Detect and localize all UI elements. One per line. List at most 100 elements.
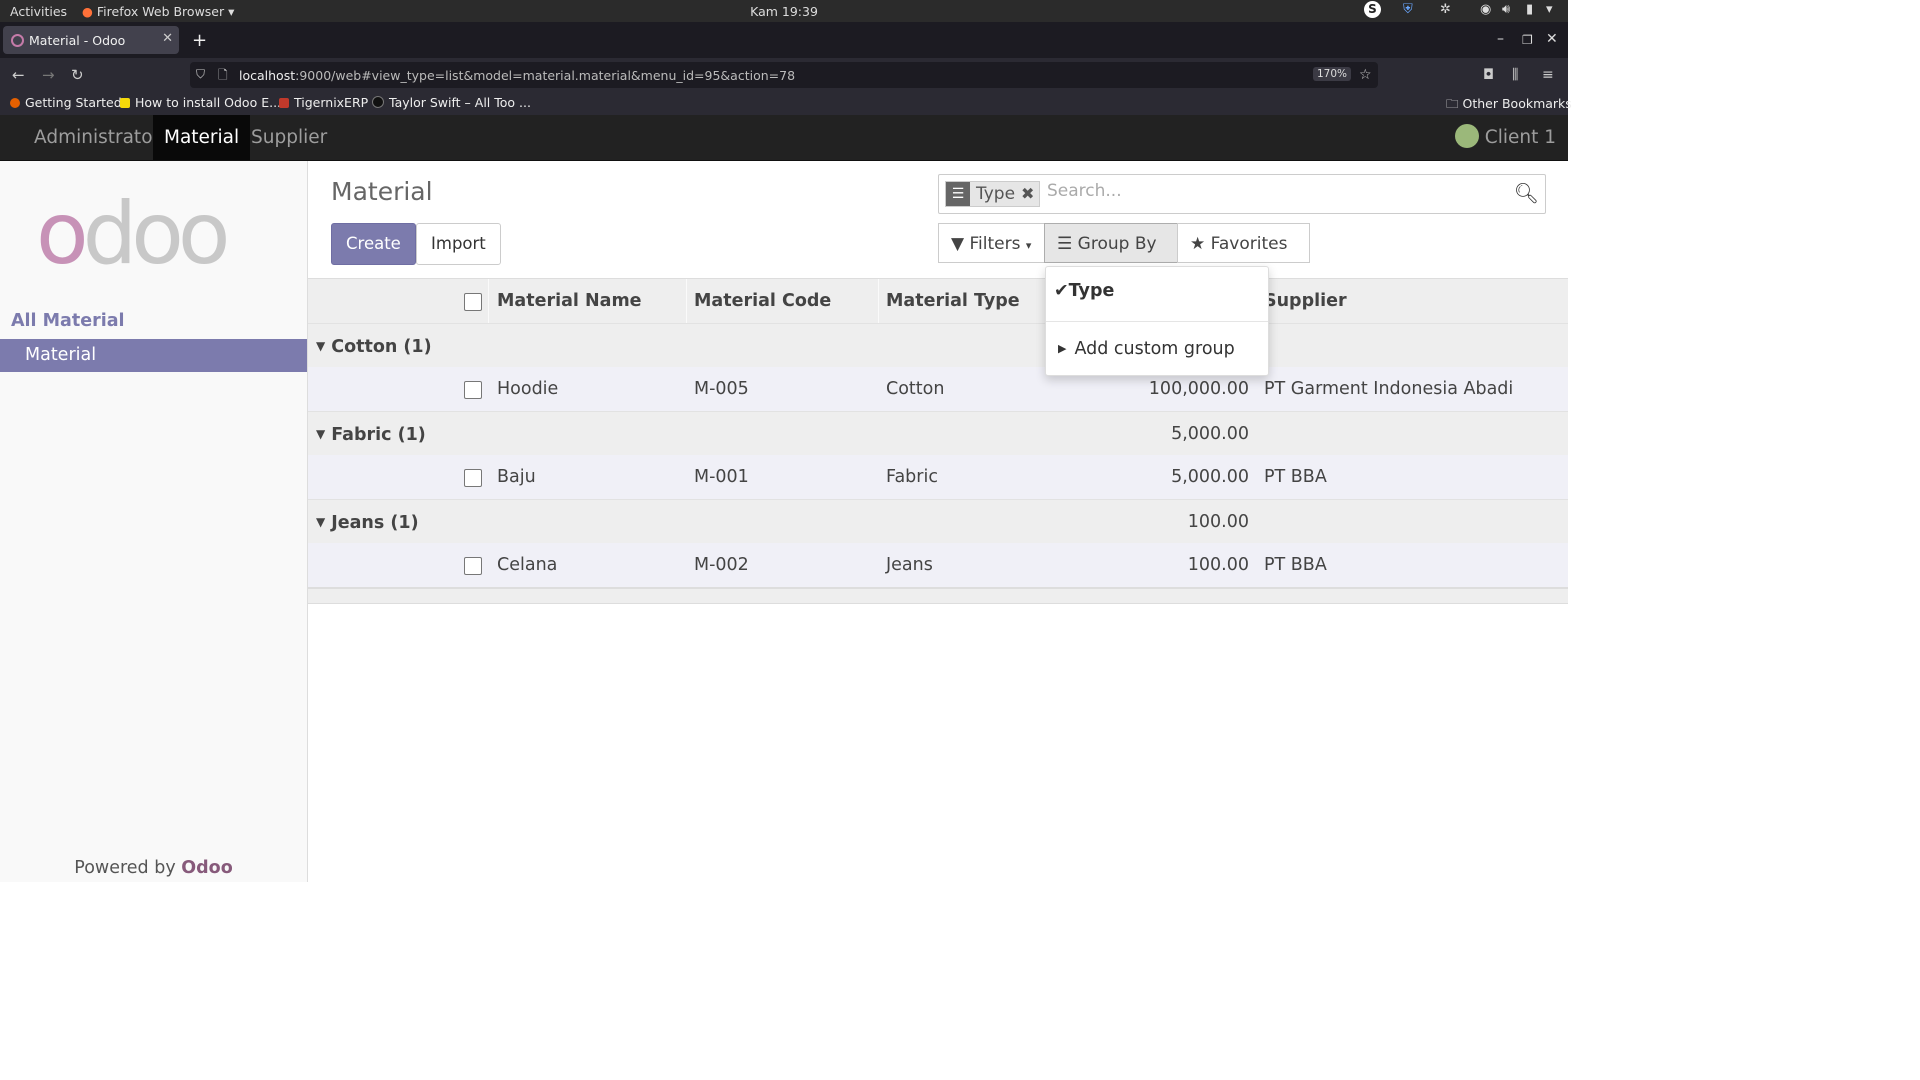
odoo-main-navbar: Administrator Material Supplier Client 1: [0, 115, 1568, 161]
bookmark-star-icon[interactable]: ☆: [1359, 67, 1372, 83]
bookmark-taylor-swift[interactable]: Taylor Swift – All Too ...: [372, 95, 531, 110]
reload-icon[interactable]: ↻: [71, 66, 84, 84]
library-icon[interactable]: ⫼: [1512, 67, 1518, 83]
table-row[interactable]: Hoodie M-005 Cotton 100,000.00 PT Garmen…: [308, 367, 1568, 411]
group-row-fabric[interactable]: ▼ Fabric (1) 5,000.00: [308, 411, 1568, 456]
group-by-facet-icon: ☰: [946, 182, 970, 206]
user-menu[interactable]: Client 1: [1454, 115, 1556, 160]
import-button[interactable]: Import: [416, 223, 501, 265]
add-custom-group-label: Add custom group: [1074, 339, 1235, 359]
system-menu-icon[interactable]: ▾: [1546, 2, 1553, 17]
zoom-level[interactable]: 170%: [1313, 67, 1352, 81]
group-by-button[interactable]: ☰ Group By ▾: [1044, 223, 1178, 292]
url-bar[interactable]: ⛉ 🗋︎ localhost:9000/web#view_type=list&m…: [190, 62, 1378, 88]
cell-material-code: M-005: [694, 379, 749, 399]
column-material-name[interactable]: Material Name: [497, 279, 642, 324]
wifi-icon[interactable]: ◉: [1480, 2, 1491, 17]
bookmark-getting-started[interactable]: Getting Started: [10, 95, 122, 110]
nav-supplier[interactable]: Supplier: [240, 115, 338, 160]
table-row[interactable]: Baju M-001 Fabric 5,000.00 PT BBA: [308, 455, 1568, 499]
create-button[interactable]: Create: [331, 223, 416, 265]
cell-supplier: PT BBA: [1264, 467, 1327, 487]
tracking-shield-icon[interactable]: ⛉: [196, 67, 205, 82]
skype-icon[interactable]: S: [1364, 1, 1381, 18]
sidebar-item-material[interactable]: Material: [0, 339, 307, 372]
remove-facet-icon[interactable]: ✖: [1021, 182, 1039, 206]
url-path: :9000/web#view_type=list&model=material.…: [295, 68, 796, 83]
bookmark-favicon-icon: [279, 98, 289, 108]
bookmark-tigernixerp[interactable]: TigernixERP: [279, 95, 368, 110]
star-icon: ★: [1190, 234, 1206, 254]
search-icon[interactable]: 🔍︎: [1514, 181, 1539, 205]
sidebar: odoo All Material Material Powered by Od…: [0, 161, 308, 882]
nav-administrator[interactable]: Administrator: [23, 115, 171, 160]
cell-material-name: Hoodie: [497, 379, 559, 399]
other-bookmarks[interactable]: 🗀︎ Other Bookmarks: [1446, 95, 1572, 116]
other-bookmarks-label: Other Bookmarks: [1462, 96, 1572, 111]
column-material-code[interactable]: Material Code: [694, 279, 831, 324]
group-row-cotton[interactable]: ▼ Cotton (1): [308, 323, 1568, 368]
row-checkbox[interactable]: [464, 381, 482, 399]
bookmark-label: Taylor Swift – All Too ...: [389, 95, 531, 110]
browser-tab[interactable]: Material - Odoo ✕: [3, 26, 179, 54]
cell-supplier: PT Garment Indonesia Abadi: [1264, 379, 1514, 399]
firefox-bookmark-icon: [10, 98, 20, 108]
close-tab-icon[interactable]: ✕: [162, 31, 173, 46]
menu-icon[interactable]: ≡: [1542, 67, 1554, 83]
group-label: ▼ Cotton (1): [316, 324, 432, 369]
table-row[interactable]: Celana M-002 Jeans 100.00 PT BBA: [308, 543, 1568, 587]
back-icon[interactable]: ←: [12, 66, 25, 84]
url-host: localhost: [239, 68, 296, 83]
cell-material-name: Baju: [497, 467, 536, 487]
forward-icon[interactable]: →: [42, 66, 55, 84]
powered-brand-link[interactable]: Odoo: [181, 858, 232, 878]
bookmark-favicon-icon: [120, 98, 130, 108]
add-custom-group[interactable]: ▶ Add custom group: [1058, 339, 1235, 359]
table-footer: [308, 587, 1568, 604]
cell-material-code: M-002: [694, 555, 749, 575]
group-row-jeans[interactable]: ▼ Jeans (1) 100.00: [308, 499, 1568, 544]
vpn-shield-icon[interactable]: ⛨: [1403, 2, 1413, 17]
column-material-type[interactable]: Material Type: [886, 279, 1020, 324]
row-checkbox[interactable]: [464, 557, 482, 575]
cell-material-type: Cotton: [886, 379, 945, 399]
group-title: Cotton (1): [331, 337, 432, 357]
cell-material-code: M-001: [694, 467, 749, 487]
group-by-option-type[interactable]: ✔Type: [1054, 281, 1114, 301]
slack-icon[interactable]: ✲: [1440, 2, 1451, 17]
new-tab-icon[interactable]: +: [192, 30, 207, 51]
volume-icon[interactable]: 🔊︎: [1502, 2, 1510, 17]
filters-label: Filters: [969, 234, 1021, 254]
cell-material-name: Celana: [497, 555, 558, 575]
close-window-icon[interactable]: ✕: [1546, 31, 1558, 47]
filter-icon: ▼: [951, 234, 965, 254]
search-input[interactable]: Search...: [1047, 181, 1122, 201]
bars-icon: ☰: [1057, 234, 1073, 254]
bookmark-label: Getting Started: [25, 95, 122, 110]
cell-supplier: PT BBA: [1264, 555, 1327, 575]
minimize-icon[interactable]: –: [1497, 31, 1504, 47]
favorites-button[interactable]: ★ Favorites ▾: [1177, 223, 1310, 292]
odoo-logo[interactable]: odoo: [36, 191, 230, 277]
column-supplier[interactable]: Supplier: [1264, 279, 1347, 324]
restore-icon[interactable]: ❐: [1522, 33, 1533, 47]
url-text[interactable]: localhost:9000/web#view_type=list&model=…: [239, 68, 795, 83]
search-facet[interactable]: ☰ Type ✖: [945, 181, 1041, 207]
bookmark-label: TigernixERP: [294, 95, 369, 110]
battery-icon[interactable]: ▮: [1526, 2, 1533, 17]
filters-button[interactable]: ▼ Filters ▾: [938, 223, 1045, 263]
select-all-checkbox[interactable]: [464, 293, 482, 311]
pocket-icon[interactable]: ◘: [1483, 67, 1494, 83]
powered-by: Powered by Odoo: [0, 858, 307, 878]
page-title: Material: [331, 177, 433, 206]
sidebar-section-all-material: All Material: [11, 311, 125, 331]
search-box[interactable]: ☰ Type ✖ Search... 🔍︎: [938, 174, 1546, 214]
facet-label: Type: [976, 184, 1016, 204]
nav-material[interactable]: Material: [153, 115, 251, 160]
page-info-icon[interactable]: 🗋︎: [218, 66, 228, 87]
clock[interactable]: Kam 19:39: [0, 4, 1568, 19]
odoo-favicon-icon: [11, 34, 24, 47]
group-total: 5,000.00: [1171, 424, 1249, 444]
bookmark-install-odoo[interactable]: How to install Odoo E...: [120, 95, 281, 110]
row-checkbox[interactable]: [464, 469, 482, 487]
